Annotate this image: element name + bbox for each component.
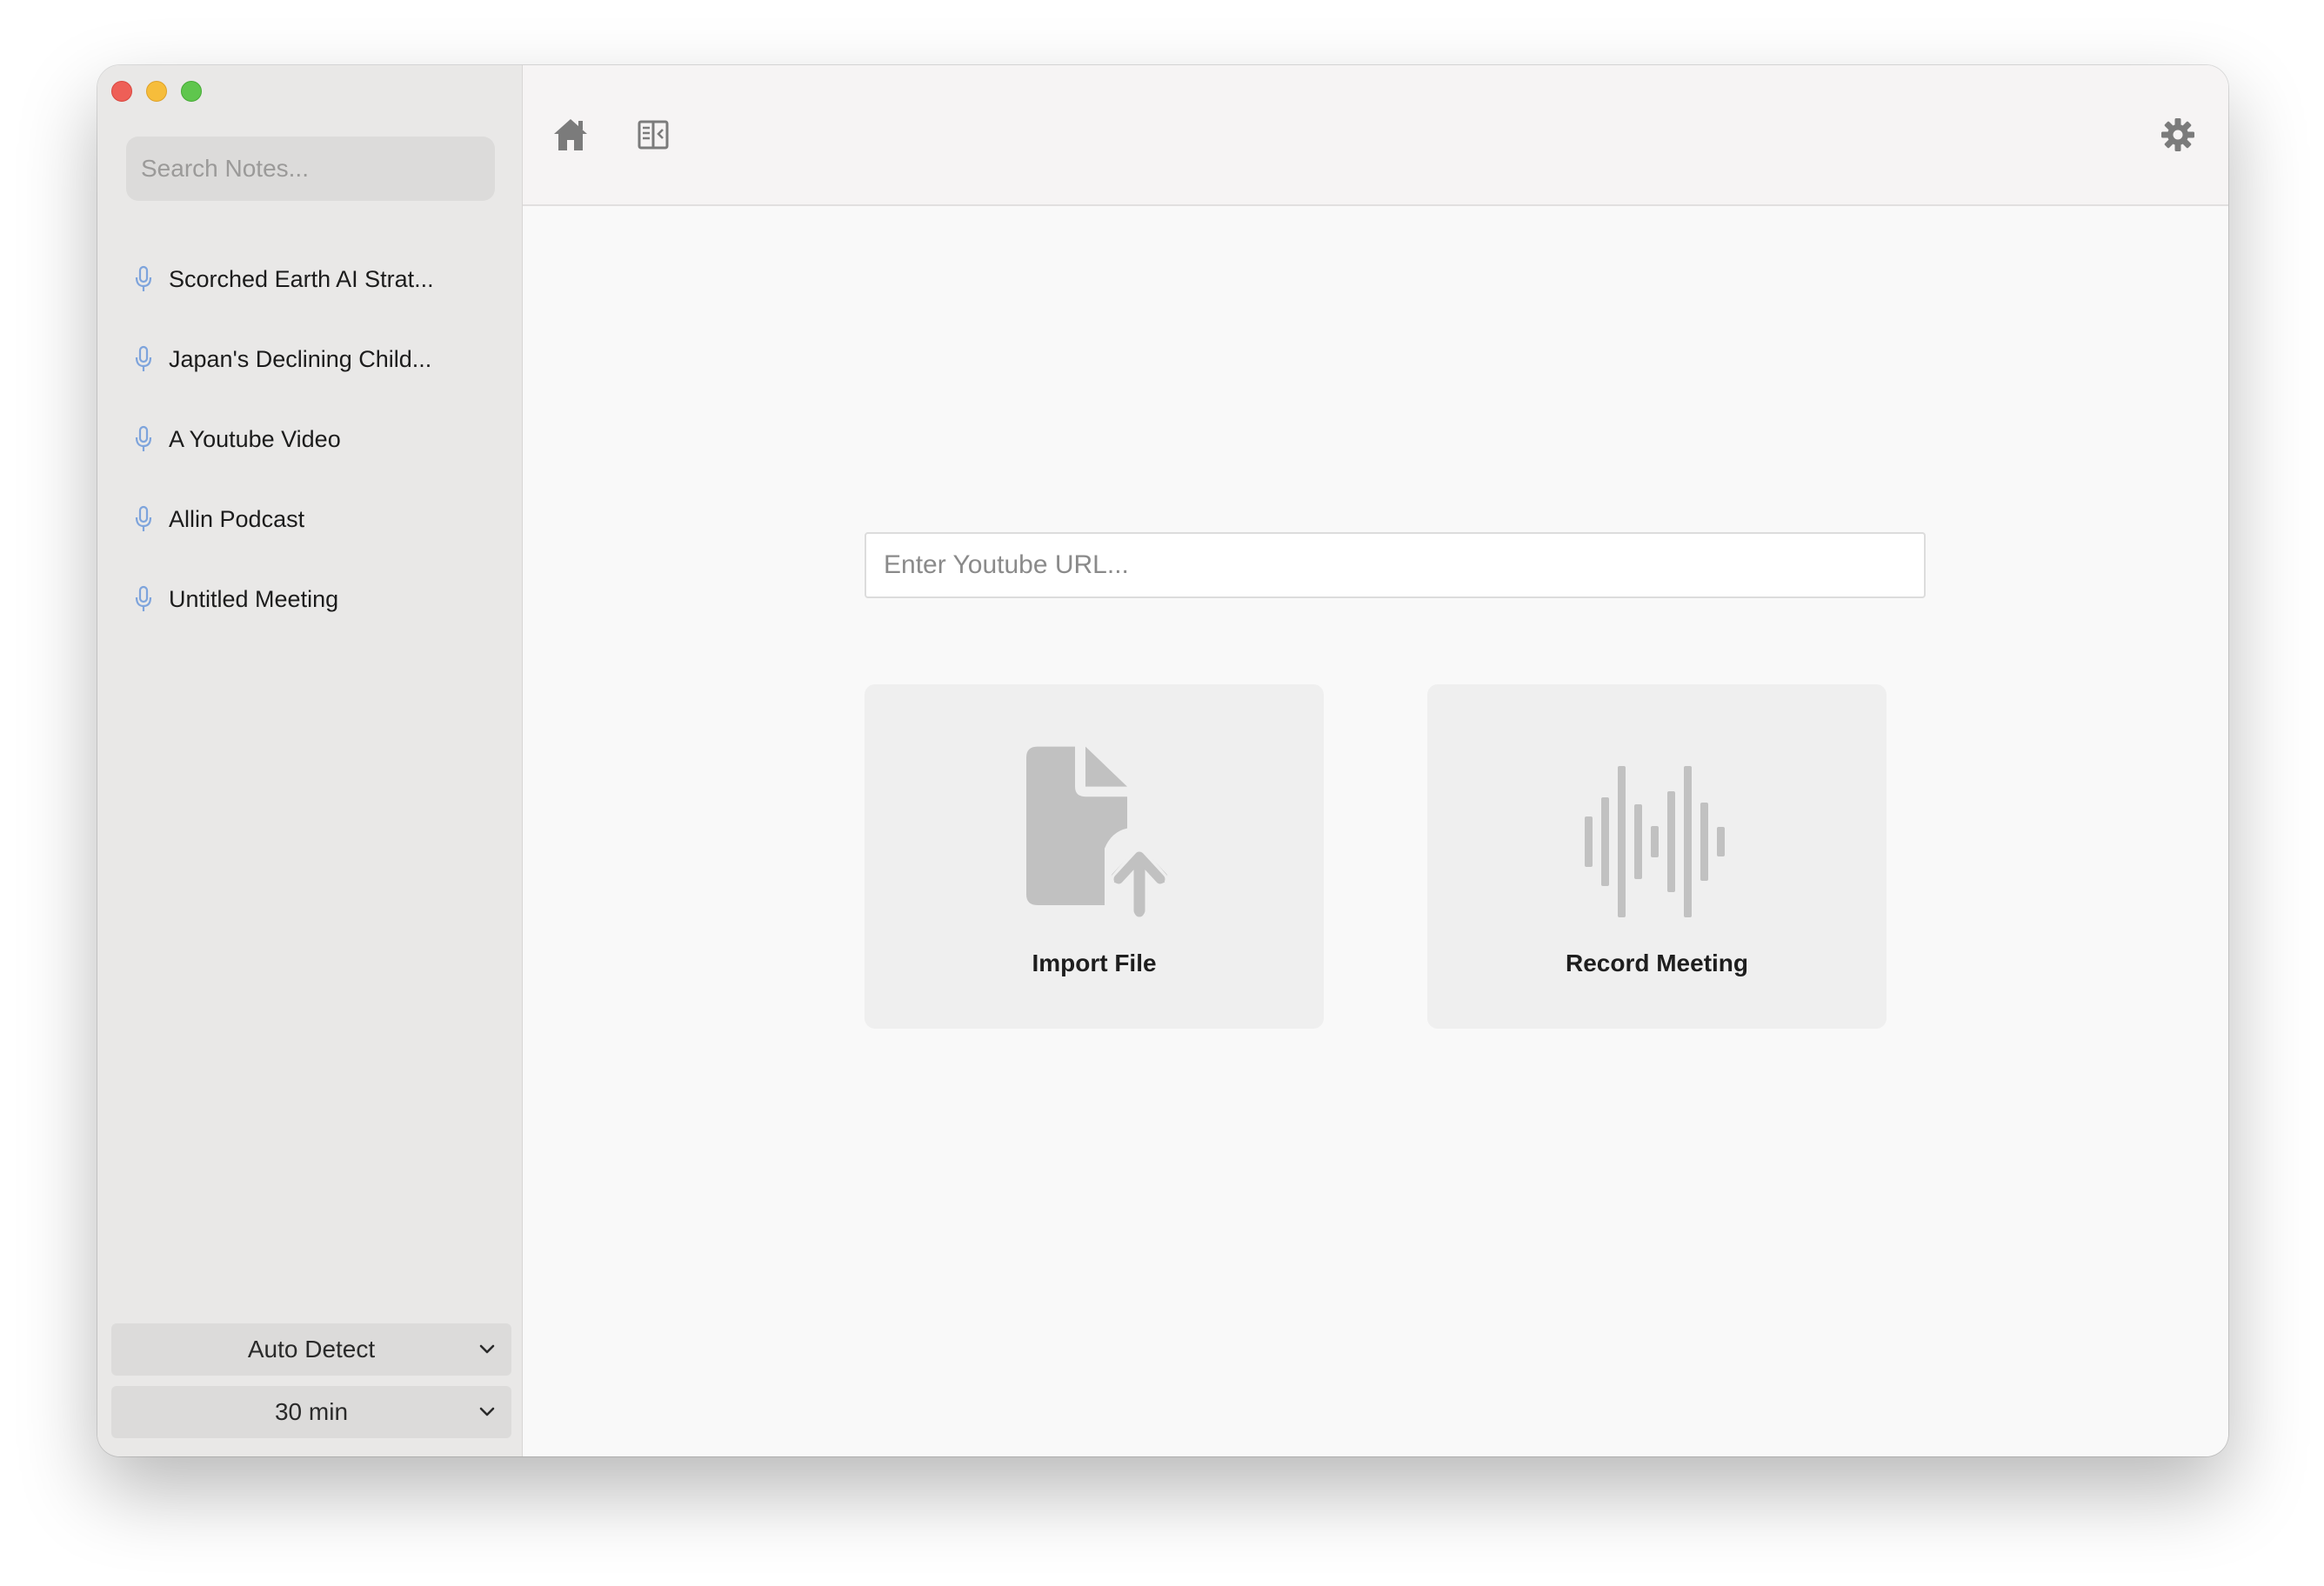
search-notes-input[interactable] xyxy=(126,137,495,201)
notes-list: Scorched Earth AI Strat... Japan's Decli… xyxy=(97,239,522,639)
note-title: Japan's Declining Child... xyxy=(169,345,432,372)
close-window-button[interactable] xyxy=(111,81,132,102)
home-icon xyxy=(554,119,587,150)
sidebar-toggle-icon xyxy=(638,120,669,150)
window-controls xyxy=(111,81,202,102)
microphone-icon xyxy=(132,423,155,455)
microphone-icon xyxy=(132,263,155,295)
duration-select[interactable]: 30 min xyxy=(111,1386,511,1438)
zoom-window-button[interactable] xyxy=(181,81,202,102)
audio-waveform-icon xyxy=(1585,766,1725,917)
home-button[interactable] xyxy=(550,114,591,156)
desktop: Scorched Earth AI Strat... Japan's Decli… xyxy=(0,0,2324,1586)
import-file-card[interactable]: Import File xyxy=(865,684,1324,1029)
note-title: A Youtube Video xyxy=(169,425,341,452)
file-upload-icon xyxy=(1026,746,1174,917)
note-item[interactable]: Japan's Declining Child... xyxy=(97,319,522,399)
language-select-value: Auto Detect xyxy=(247,1336,376,1363)
duration-select-value: 30 min xyxy=(274,1398,349,1425)
gear-icon xyxy=(2161,118,2194,151)
note-item[interactable]: Untitled Meeting xyxy=(97,559,522,639)
note-item[interactable]: Scorched Earth AI Strat... xyxy=(97,239,522,319)
toolbar xyxy=(523,65,2228,206)
language-select[interactable]: Auto Detect xyxy=(111,1323,511,1376)
chevron-down-icon xyxy=(479,1407,495,1416)
note-title: Untitled Meeting xyxy=(169,585,339,612)
main-content: Import File Record M xyxy=(523,65,2228,1456)
settings-button[interactable] xyxy=(2157,114,2199,156)
microphone-icon xyxy=(132,583,155,615)
microphone-icon xyxy=(132,503,155,535)
minimize-window-button[interactable] xyxy=(146,81,167,102)
microphone-icon xyxy=(132,343,155,375)
import-file-label: Import File xyxy=(1032,950,1157,976)
record-meeting-label: Record Meeting xyxy=(1565,950,1749,976)
note-item[interactable]: A Youtube Video xyxy=(97,399,522,479)
toggle-sidebar-button[interactable] xyxy=(632,114,674,156)
app-window: Scorched Earth AI Strat... Japan's Decli… xyxy=(97,65,2228,1456)
record-meeting-card[interactable]: Record Meeting xyxy=(1427,684,1887,1029)
youtube-url-input[interactable] xyxy=(865,532,1926,598)
note-title: Allin Podcast xyxy=(169,505,305,532)
note-title: Scorched Earth AI Strat... xyxy=(169,265,434,292)
chevron-down-icon xyxy=(479,1344,495,1354)
sidebar: Scorched Earth AI Strat... Japan's Decli… xyxy=(97,65,523,1456)
note-item[interactable]: Allin Podcast xyxy=(97,479,522,559)
